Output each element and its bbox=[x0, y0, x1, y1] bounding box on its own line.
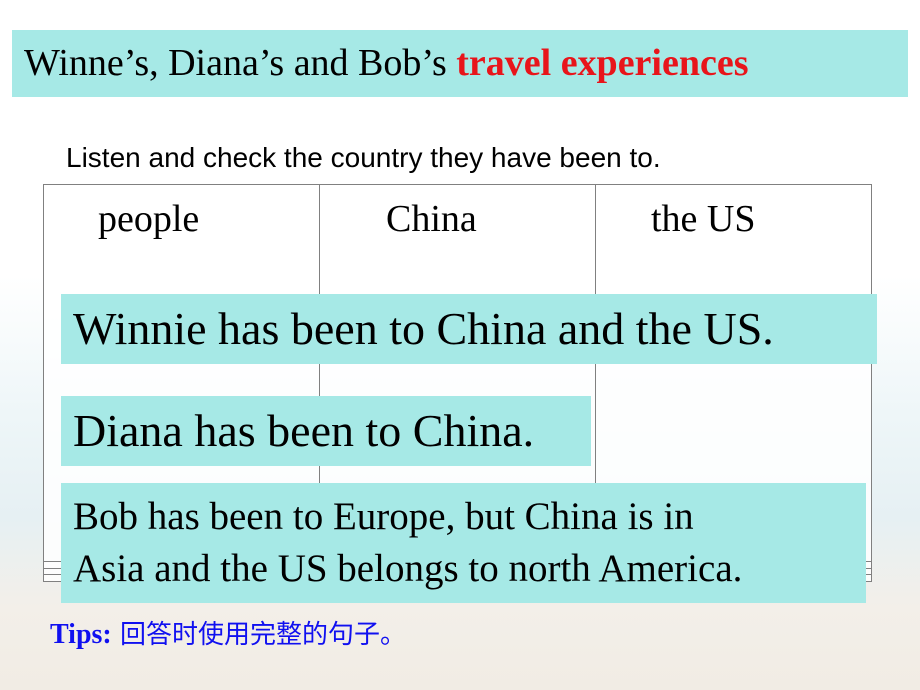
slide-title: Winne’s, Diana’s and Bob’s travel experi… bbox=[12, 30, 908, 97]
title-plain: Winne’s, Diana’s and Bob’s bbox=[24, 42, 457, 84]
answer-diana: Diana has been to China. bbox=[61, 396, 591, 466]
answer-bob-line1: Bob has been to Europe, but China is in bbox=[73, 495, 694, 538]
tips: Tips: 回答时使用完整的句子。 bbox=[50, 614, 406, 651]
answer-winnie: Winnie has been to China and the US. bbox=[61, 294, 877, 364]
instruction-text: Listen and check the country they have b… bbox=[66, 142, 661, 173]
tips-text: 回答时使用完整的句子。 bbox=[111, 620, 407, 650]
answer-bob-line2: Asia and the US belongs to north America… bbox=[73, 547, 743, 590]
tips-label: Tips: bbox=[50, 619, 112, 650]
answer-bob: Bob has been to Europe, but China is in … bbox=[61, 483, 866, 603]
title-highlight: travel experiences bbox=[456, 42, 749, 84]
